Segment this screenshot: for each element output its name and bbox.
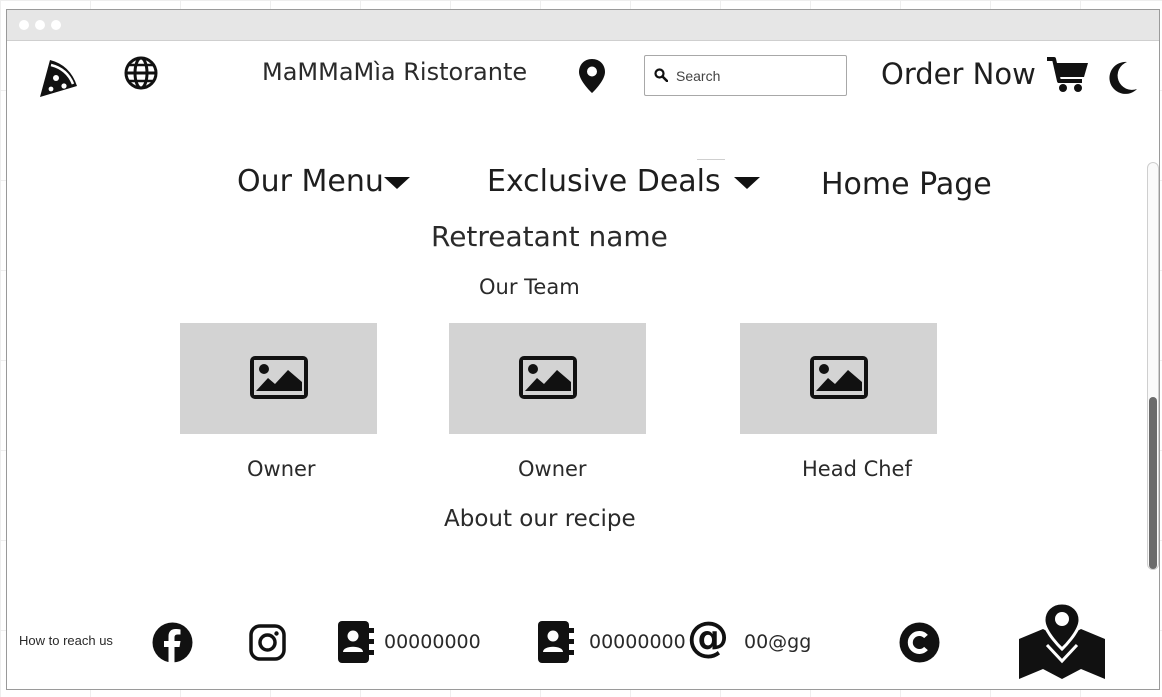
- contact-book-icon: [338, 621, 375, 663]
- window-titlebar: [7, 10, 1159, 41]
- order-now-link[interactable]: Order Now: [881, 57, 1036, 91]
- search-icon: [654, 68, 668, 82]
- window-dot: [35, 20, 45, 30]
- facebook-icon[interactable]: [152, 622, 193, 663]
- phone-number: 00000000: [589, 631, 686, 653]
- team-photo-placeholder: [740, 323, 937, 434]
- nav-our-menu[interactable]: Our Menu: [237, 164, 410, 199]
- scrollbar-thumb[interactable]: [1149, 397, 1157, 569]
- at-sign-icon: @: [687, 612, 729, 661]
- team-photo-placeholder: [180, 323, 377, 434]
- cart-icon[interactable]: [1047, 56, 1089, 94]
- nav-home-page[interactable]: Home Page: [821, 167, 992, 202]
- instagram-icon[interactable]: [249, 624, 286, 661]
- team-member-role: Owner: [247, 457, 316, 481]
- map-icon[interactable]: [1017, 601, 1107, 681]
- nav-our-menu-label: Our Menu: [237, 164, 384, 199]
- nav-exclusive-deals-label: Exclusive Deals: [487, 164, 721, 199]
- team-member-role: Head Chef: [802, 457, 912, 481]
- reach-us-label: How to reach us: [19, 633, 113, 648]
- image-icon: [519, 356, 577, 399]
- nav-exclusive-deals[interactable]: Exclusive Deals: [487, 164, 761, 199]
- copyright-icon: [899, 622, 940, 663]
- moon-icon[interactable]: [1105, 60, 1139, 96]
- team-heading: Our Team: [479, 275, 580, 299]
- brand-name: MaMMaMìa Ristorante: [262, 58, 528, 86]
- team-photo-placeholder: [449, 323, 646, 434]
- page-title: Retreatant name: [431, 220, 668, 253]
- window-dot: [19, 20, 29, 30]
- window-dot: [51, 20, 61, 30]
- email-address[interactable]: 00@gg: [744, 631, 811, 653]
- phone-number: 00000000: [384, 631, 481, 653]
- caret-down-icon: [734, 176, 761, 189]
- recipe-heading: About our recipe: [444, 506, 636, 532]
- pizza-icon[interactable]: [36, 56, 78, 98]
- map-pin-icon[interactable]: [578, 58, 606, 94]
- search-input[interactable]: [644, 55, 847, 96]
- browser-window: MaMMaMìa Ristorante Order Now Our Menu: [6, 9, 1160, 690]
- divider: [697, 159, 725, 160]
- image-icon: [250, 356, 308, 399]
- caret-down-icon: [383, 176, 410, 189]
- image-icon: [810, 356, 868, 399]
- contact-book-icon: [538, 621, 575, 663]
- globe-icon[interactable]: [123, 55, 159, 91]
- team-member-role: Owner: [518, 457, 587, 481]
